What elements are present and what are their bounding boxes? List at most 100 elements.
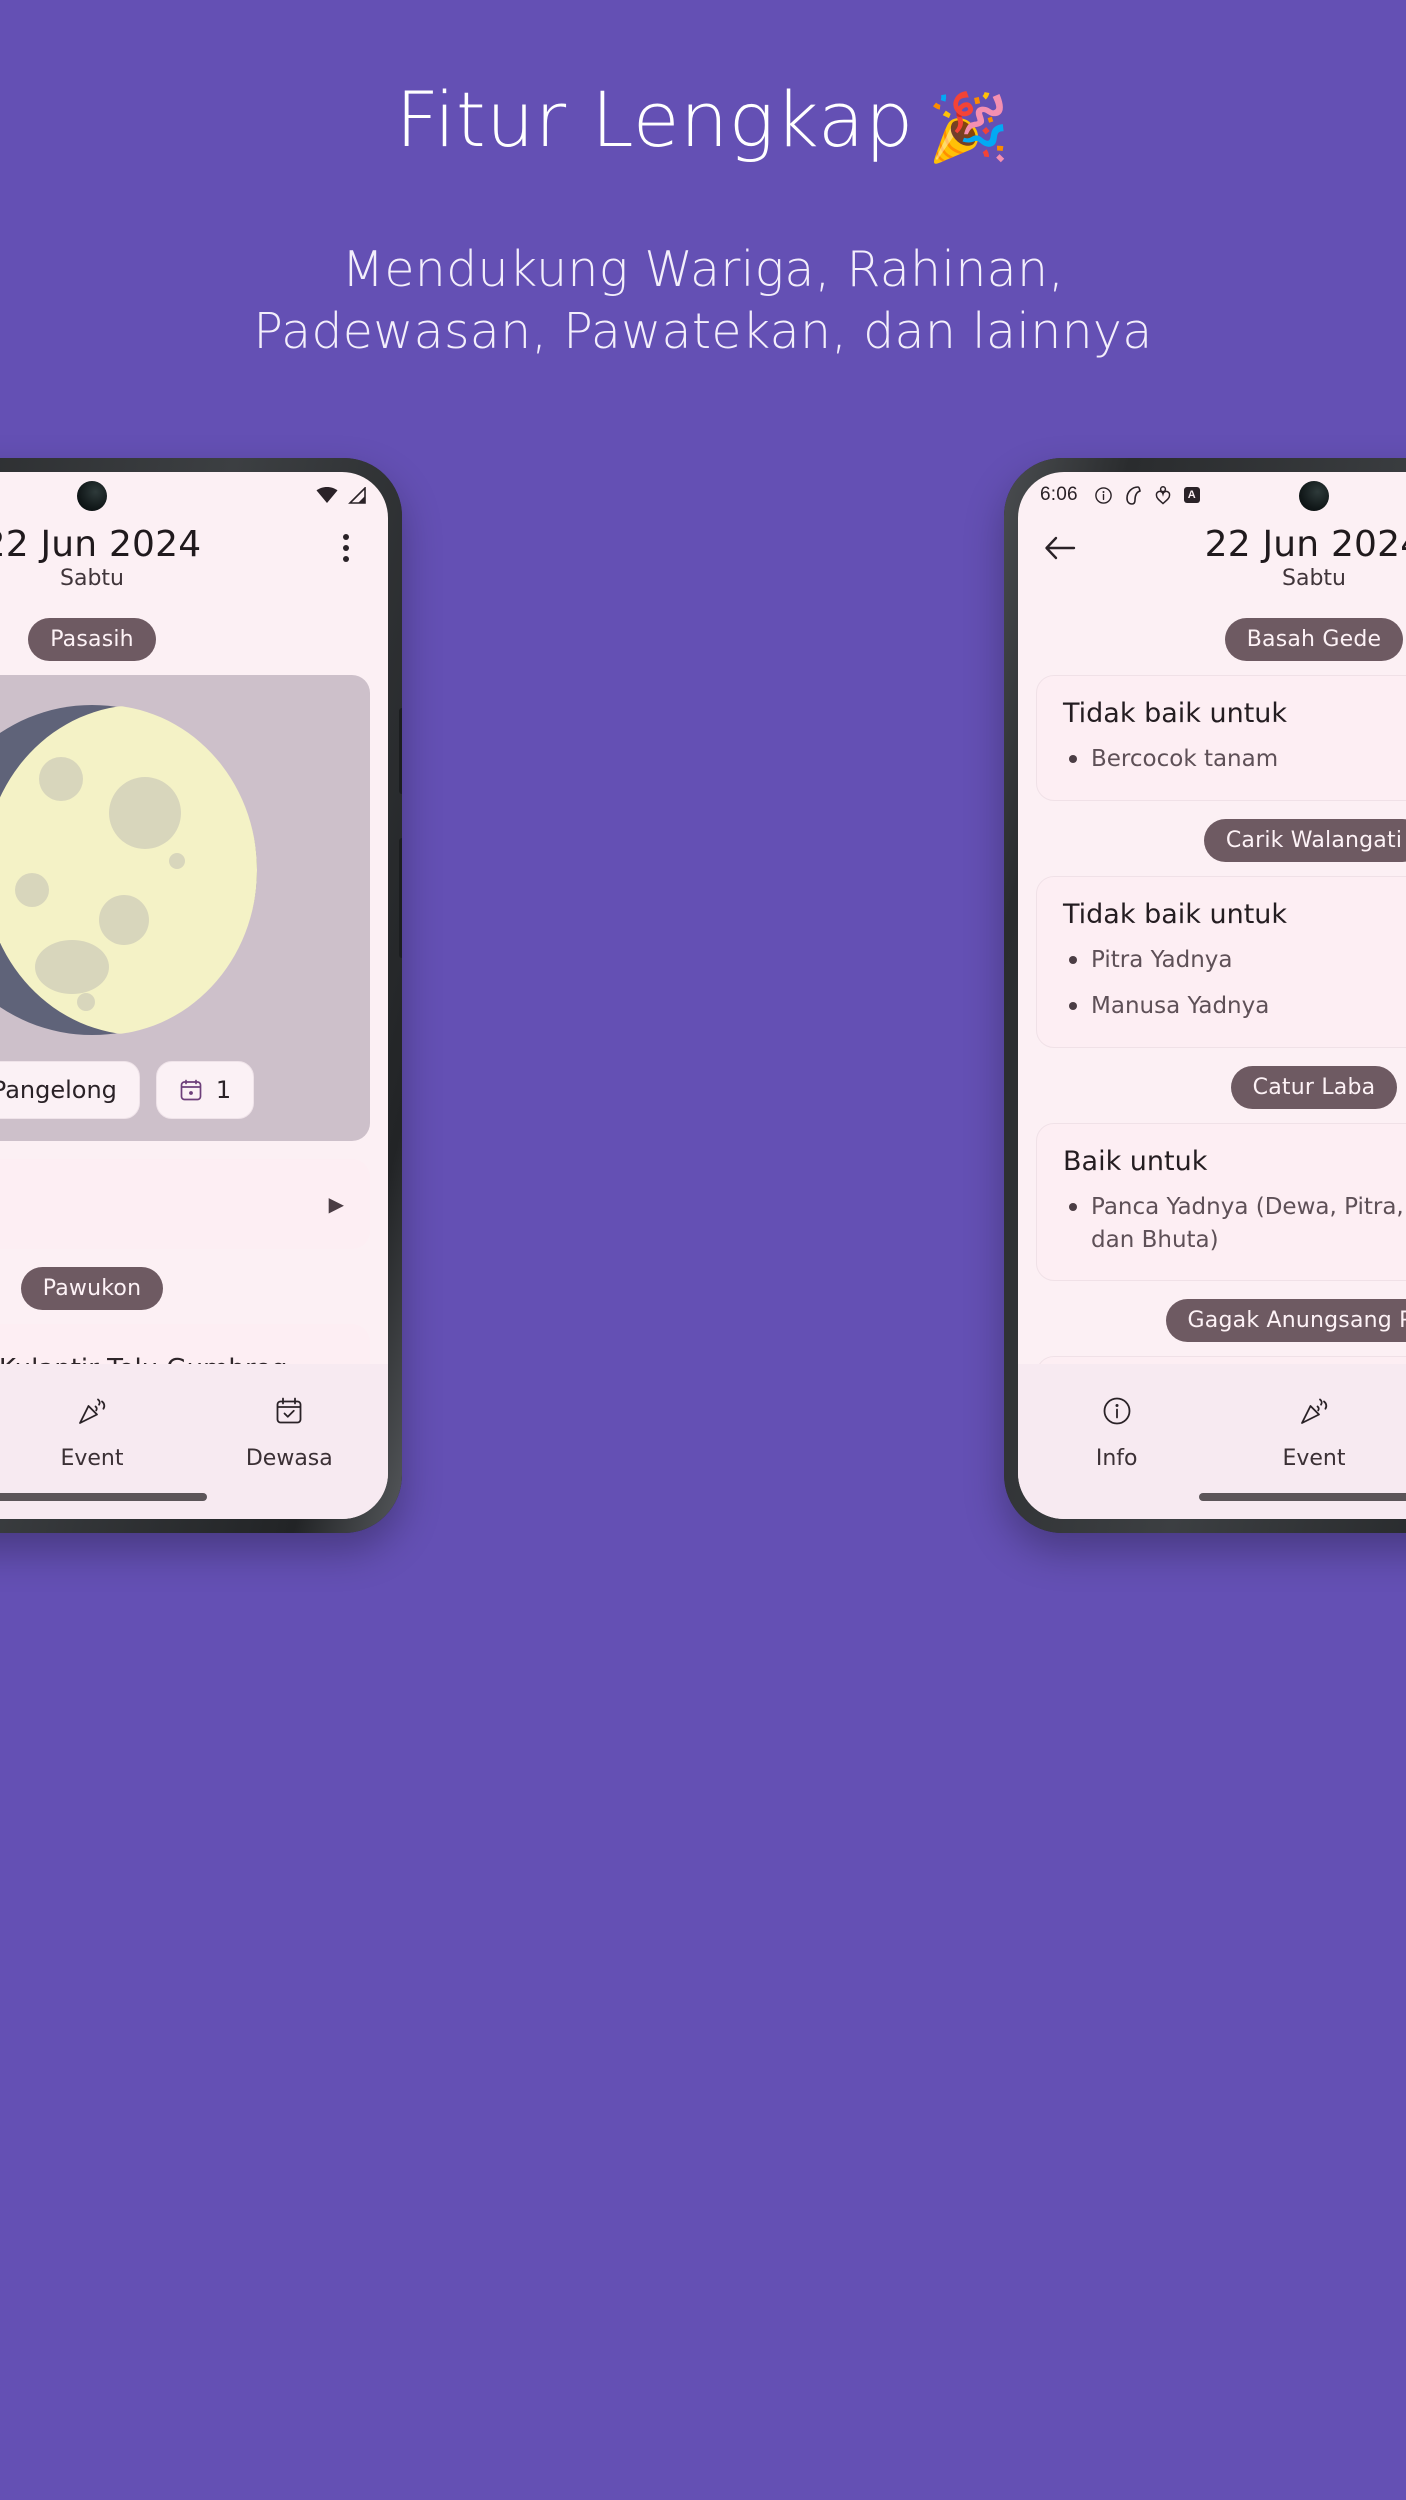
section-chip-carik-walangati[interactable]: Carik Walangati	[1203, 818, 1406, 862]
back-arrow-icon	[1044, 535, 1076, 561]
card-heading: Baik untuk	[1063, 1145, 1208, 1177]
promo-subtitle: Mendukung Wariga, Rahinan, Padewasan, Pa…	[0, 239, 1406, 364]
section-chip-basah-gede[interactable]: Basah Gede	[1224, 618, 1404, 661]
bottom-navigation: Info Event Dewasa	[1018, 1364, 1406, 1519]
date-title: 22 Jun 2024	[1204, 524, 1406, 565]
nav-item-info[interactable]: Info	[1018, 1386, 1215, 1471]
volume-button[interactable]	[399, 708, 402, 794]
moon-crater	[169, 853, 185, 869]
list-item: Manusa Yadnya	[1063, 990, 1406, 1023]
section-card-basah-gede: Tidak baik untuk Bercocok tanam	[1036, 675, 1406, 801]
card-list: Pitra Yadnya Manusa Yadnya	[1063, 944, 1406, 1023]
moon-crater	[15, 873, 49, 907]
section-chip-catur-laba[interactable]: Catur Laba	[1230, 1065, 1398, 1109]
phone-mockup-right: 6:06 A 22 Jun 2024 Sabtu Basah Gede Tida…	[1004, 458, 1406, 1533]
day-subtitle: Sabtu	[1282, 565, 1346, 591]
nav-label-info: Info	[1095, 1446, 1138, 1471]
sasih-list-card: Sasih Sadha ▶	[0, 1159, 370, 1249]
card-heading: Tidak baik untuk	[1063, 698, 1288, 729]
appbar-title: 22 Jun 2024 Sabtu	[0, 526, 324, 591]
moon-crater	[77, 993, 95, 1011]
app-bar: 22 Jun 2024 Sabtu	[0, 518, 388, 600]
wifi-icon	[316, 486, 338, 504]
nav-label-dewasa: Dewasa	[245, 1446, 333, 1471]
section-chip-gagak-anungsang-pati[interactable]: Gagak Anungsang Pati	[1165, 1299, 1406, 1343]
nav-pill	[42, 1386, 142, 1436]
status-bar: 6:06 A	[1018, 472, 1406, 518]
nav-label-event: Event	[1282, 1446, 1346, 1471]
status-bar: A	[0, 472, 388, 518]
gesture-bar[interactable]	[0, 1493, 207, 1501]
nav-pill	[239, 1386, 339, 1436]
section-chip-pawukon-row: Pawukon	[0, 1267, 388, 1310]
card-list: Bercocok tanam	[1063, 743, 1406, 776]
info-circle-icon	[1094, 486, 1112, 504]
date-title: 22 Jun 2024	[0, 524, 202, 565]
section-chip-row: Gagak Anungsang Pati	[1018, 1299, 1406, 1343]
moon-crater	[99, 895, 149, 945]
moon-phase-button[interactable]: Pangelong	[0, 1061, 140, 1119]
promo-subtitle-line-2: Padewasan, Pawatekan, dan lainnya	[253, 303, 1153, 361]
app-bar: 22 Jun 2024 Sabtu	[1018, 518, 1406, 600]
moon-phase-card: Pangelong 1	[0, 675, 370, 1141]
phone-mockup-left: A 22 Jun 2024 Sabtu Pasasih	[0, 458, 402, 1533]
overflow-menu-button[interactable]	[324, 526, 368, 570]
nav-item-dewasa[interactable]: Dewasa	[191, 1386, 388, 1471]
moon-illustration	[0, 705, 257, 1035]
power-button[interactable]	[399, 838, 402, 958]
signal-icon	[346, 486, 366, 504]
section-chip-pasasih-row: Pasasih	[0, 618, 388, 661]
phone-screen-right: 6:06 A 22 Jun 2024 Sabtu Basah Gede Tida…	[1018, 472, 1406, 1519]
promo-subtitle-line-1: Mendukung Wariga, Rahinan,	[341, 240, 1065, 298]
section-chip-row: Basah Gede	[1018, 618, 1406, 661]
moon-crater	[39, 757, 83, 801]
chevron-right-icon: ▶	[328, 1192, 344, 1216]
moon-day-button[interactable]: 1	[155, 1061, 255, 1119]
front-camera	[77, 481, 107, 511]
kebab-menu-icon	[343, 534, 349, 562]
moon-lit-area	[0, 705, 257, 1035]
section-chip-pawukon[interactable]: Pawukon	[20, 1267, 164, 1310]
list-item: Bercocok tanam	[1063, 743, 1406, 776]
calendar-icon	[179, 1078, 203, 1102]
calendar-check-icon	[274, 1396, 304, 1426]
section-chip-pasasih[interactable]: Pasasih	[28, 618, 156, 661]
bottom-navigation: Info Event Dewasa	[0, 1364, 388, 1519]
nav-pill	[1067, 1386, 1167, 1436]
list-item: Panca Yadnya (Dewa, Pitra, Rsi, Manusa, …	[1063, 1191, 1406, 1256]
nav-pill	[1264, 1386, 1364, 1436]
page-title: Fitur Lengkap 🎉	[0, 78, 1406, 165]
moon-day-count: 1	[215, 1076, 232, 1104]
party-popper-icon	[76, 1395, 108, 1427]
front-camera	[1299, 481, 1329, 511]
gesture-bar[interactable]	[1199, 1493, 1406, 1501]
section-card-catur-laba: Baik untuk Panca Yadnya (Dewa, Pitra, Rs…	[1036, 1122, 1406, 1282]
section-chip-row: Carik Walangati	[1018, 818, 1406, 862]
day-subtitle: Sabtu	[60, 565, 124, 591]
promo-header: Fitur Lengkap 🎉 Mendukung Wariga, Rahinan…	[0, 0, 1406, 364]
back-button[interactable]	[1038, 526, 1082, 570]
nav-item-event[interactable]: Event	[1215, 1386, 1406, 1471]
card-heading: Tidak baik untuk	[1063, 898, 1288, 930]
section-card-carik-walangati: Tidak baik untuk Pitra Yadnya Manusa Yad…	[1036, 875, 1406, 1048]
phone-screen-left: A 22 Jun 2024 Sabtu Pasasih	[0, 472, 388, 1519]
nav-item-event[interactable]: Event	[0, 1386, 191, 1471]
nav-label-event: Event	[60, 1446, 124, 1471]
card-list: Panca Yadnya (Dewa, Pitra, Rsi, Manusa, …	[1063, 1191, 1406, 1256]
a-badge-icon: A	[1183, 487, 1200, 503]
list-item: Pitra Yadnya	[1063, 944, 1406, 977]
nav-row: Info Event Dewasa	[1018, 1386, 1406, 1471]
party-popper-icon	[1298, 1395, 1330, 1427]
moon-crater	[35, 940, 109, 994]
heart-person-icon	[1155, 485, 1171, 505]
moon-crater	[109, 777, 181, 849]
shell-icon	[1125, 485, 1142, 505]
moon-phase-label: Pangelong	[0, 1076, 117, 1104]
list-item[interactable]: Sasih Sadha ▶	[0, 1159, 370, 1249]
party-popper-icon: 🎉	[927, 89, 1011, 166]
nav-row: Info Event Dewasa	[0, 1386, 388, 1471]
section-chip-row: Catur Laba	[1018, 1065, 1406, 1109]
moon-actions: Pangelong 1	[0, 1061, 370, 1119]
appbar-title: 22 Jun 2024 Sabtu	[1082, 526, 1406, 591]
info-icon	[1102, 1396, 1132, 1426]
